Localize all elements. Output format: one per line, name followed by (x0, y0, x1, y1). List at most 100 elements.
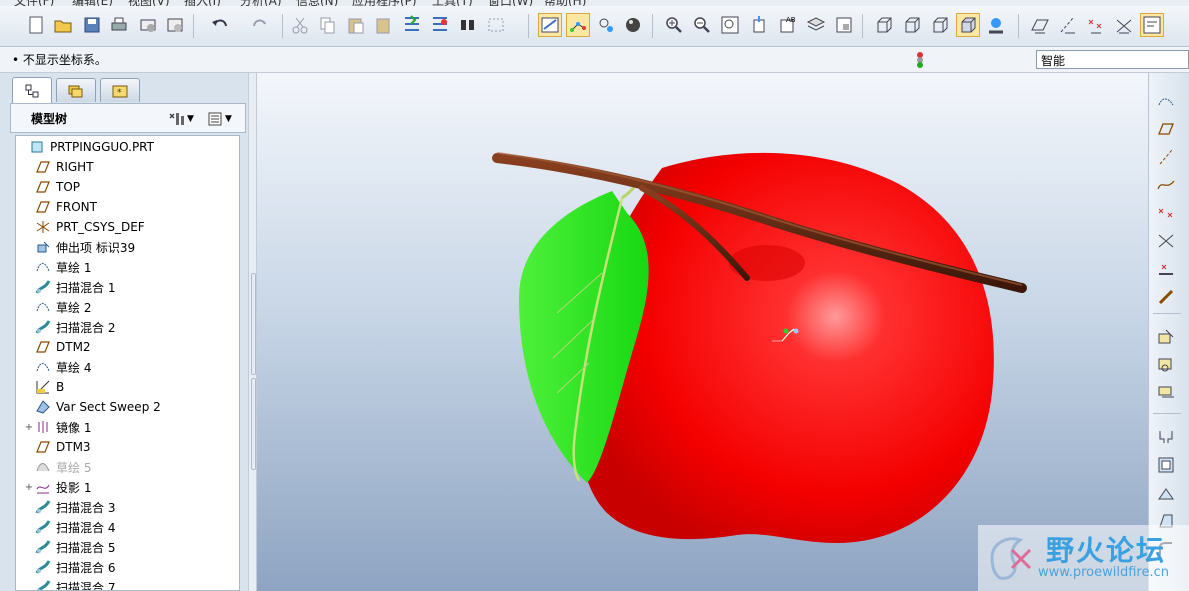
tree-item[interactable]: 伸出项 标识39 (16, 237, 239, 257)
hole-tool-button[interactable] (1153, 425, 1179, 449)
shell-tool-button[interactable] (1153, 453, 1179, 477)
enhanced-realism-button[interactable] (984, 13, 1008, 37)
tree-item[interactable]: PRT_CSYS_DEF (16, 217, 239, 237)
layers-button[interactable] (804, 13, 828, 37)
no-hidden-button[interactable] (928, 13, 952, 37)
splitter-handle[interactable] (251, 378, 256, 470)
csys-button[interactable] (1112, 13, 1136, 37)
tree-item[interactable]: TOP (16, 177, 239, 197)
traffic-light-icon[interactable] (914, 51, 926, 69)
splitter-handle[interactable] (251, 273, 256, 375)
apple-model[interactable] (257, 73, 1148, 591)
tree-item-label: 草绘 1 (56, 260, 92, 275)
svg-text:*: * (117, 88, 122, 98)
shaded-button[interactable] (956, 13, 980, 37)
tree-item[interactable]: + 镜像 1 (16, 417, 239, 437)
new-button[interactable] (24, 13, 48, 37)
tree-item[interactable]: 扫描混合 2 (16, 317, 239, 337)
panel-splitter[interactable] (248, 73, 257, 591)
point-tool-icon (1158, 208, 1173, 218)
spin-center-button[interactable] (566, 13, 590, 37)
plane-tool-button[interactable] (1153, 117, 1179, 141)
expand-toggle-icon[interactable]: + (24, 482, 34, 493)
shading-button[interactable] (622, 13, 646, 37)
csys-tool-button[interactable] (1153, 229, 1179, 253)
tree-item[interactable]: 草绘 2 (16, 297, 239, 317)
tree-item[interactable]: B (16, 377, 239, 397)
selection-filter-select[interactable]: 智能 (1036, 50, 1189, 69)
view-manager-button[interactable] (832, 13, 856, 37)
graphics-window[interactable] (257, 73, 1148, 591)
tree-item[interactable]: Var Sect Sweep 2 (16, 397, 239, 417)
toolbar-separator (1153, 413, 1181, 414)
repaint-icon (541, 17, 559, 33)
axis-tool-button[interactable] (1153, 145, 1179, 169)
tree-item[interactable]: 扫描混合 3 (16, 497, 239, 517)
zoom-out-button[interactable] (690, 13, 714, 37)
tab-folder-browser[interactable] (56, 78, 96, 102)
save-button[interactable] (80, 13, 104, 37)
tree-item[interactable]: FRONT (16, 197, 239, 217)
paste-button[interactable] (344, 13, 368, 37)
datum-planes-button[interactable] (1028, 13, 1052, 37)
tree-item-label: 投影 1 (56, 480, 92, 495)
tree-item[interactable]: PRTPINGGUO.PRT (16, 137, 239, 157)
undo-button[interactable] (208, 13, 232, 37)
annotations-button[interactable] (1140, 13, 1164, 37)
expand-toggle-icon[interactable]: + (24, 422, 34, 433)
tree-item[interactable]: 扫描混合 7 (16, 577, 239, 590)
list-icon (208, 112, 222, 126)
orient-mode-button[interactable] (594, 13, 618, 37)
tree-item[interactable]: DTM3 (16, 437, 239, 457)
send-button[interactable] (136, 13, 160, 37)
hidden-line-button[interactable] (900, 13, 924, 37)
rib-tool-button[interactable] (1153, 481, 1179, 505)
curve-tool-button[interactable] (1153, 173, 1179, 197)
sketch-tool-button[interactable] (1153, 89, 1179, 113)
repaint-button[interactable] (538, 13, 562, 37)
extrude-tool-button[interactable] (1153, 325, 1179, 349)
point-tool-button[interactable] (1153, 201, 1179, 225)
regenerate-button[interactable] (400, 13, 424, 37)
find-button[interactable] (456, 13, 480, 37)
tree-item[interactable]: 扫描混合 5 (16, 537, 239, 557)
tree-item[interactable]: + 投影 1 (16, 477, 239, 497)
saved-views-icon: AB (780, 16, 796, 33)
orient-mode-icon (599, 18, 613, 32)
tree-settings-button[interactable]: ▼ (167, 110, 199, 128)
refit-button[interactable] (718, 13, 742, 37)
publish-geom-button[interactable] (1153, 285, 1179, 309)
paste-special-button[interactable] (372, 13, 396, 37)
cut-button[interactable] (288, 13, 312, 37)
tree-item[interactable]: DTM2 (16, 337, 239, 357)
datum-plane-icon (34, 159, 52, 175)
tree-item[interactable]: 草绘 5 (16, 457, 239, 477)
open-button[interactable] (51, 13, 75, 37)
favorites-tab-icon: * (112, 85, 128, 98)
datum-axes-button[interactable] (1056, 13, 1080, 37)
tree-item[interactable]: 扫描混合 1 (16, 277, 239, 297)
tree-show-button[interactable]: ▼ (207, 110, 239, 128)
zoom-in-button[interactable] (662, 13, 686, 37)
select-box-button[interactable] (484, 13, 508, 37)
analysis-tool-button[interactable] (1153, 257, 1179, 281)
reorient-button[interactable] (748, 13, 772, 37)
tree-item[interactable]: 草绘 4 (16, 357, 239, 377)
revolve-tool-button[interactable] (1153, 353, 1179, 377)
tree-item[interactable]: RIGHT (16, 157, 239, 177)
print-button[interactable] (107, 13, 131, 37)
close-window-button[interactable] (163, 13, 187, 37)
wireframe-button[interactable] (872, 13, 896, 37)
tab-favorites[interactable]: * (100, 78, 140, 102)
sweep-tool-button[interactable] (1153, 381, 1179, 405)
tree-item[interactable]: 扫描混合 4 (16, 517, 239, 537)
tree-item[interactable]: 草绘 1 (16, 257, 239, 277)
redo-button[interactable] (248, 13, 272, 37)
tree-item[interactable]: 扫描混合 6 (16, 557, 239, 577)
saved-views-button[interactable]: AB (776, 13, 800, 37)
tab-model-tree[interactable] (12, 77, 52, 103)
regen-manager-button[interactable] (428, 13, 452, 37)
datum-points-button[interactable] (1084, 13, 1108, 37)
copy-button[interactable] (316, 13, 340, 37)
sketch-icon (34, 359, 52, 375)
